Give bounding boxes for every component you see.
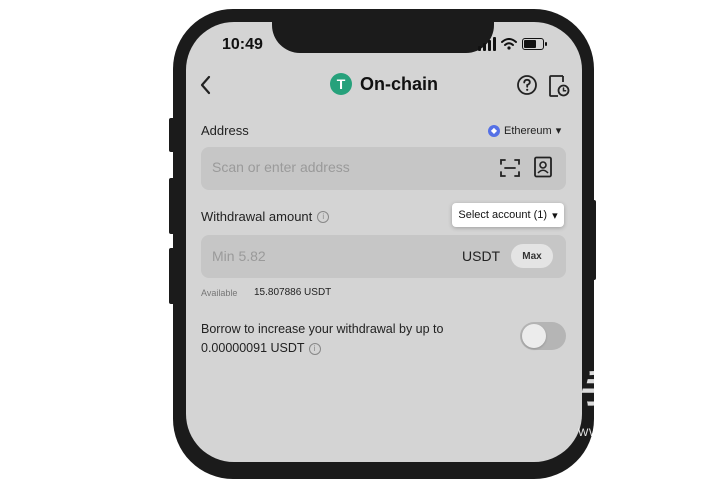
network-selector[interactable]: ◆ Ethereum ▾ xyxy=(488,124,561,137)
info-icon[interactable]: i xyxy=(317,210,330,223)
info-icon[interactable]: i xyxy=(308,342,321,355)
ethereum-icon: ◆ xyxy=(488,124,500,137)
page-title: On-chain xyxy=(360,73,439,94)
address-label: Address xyxy=(201,123,249,138)
caret-down-icon: ▾ xyxy=(552,209,558,222)
max-button[interactable]: Max xyxy=(511,244,553,268)
withdrawal-amount-label-group: Withdrawal amount i xyxy=(201,209,330,224)
wifi-icon xyxy=(501,38,517,50)
phone-notch xyxy=(272,9,494,53)
status-icons xyxy=(478,37,547,51)
tether-usdt-icon: T xyxy=(330,73,352,95)
watermark-logo: 手游TV xyxy=(578,367,714,411)
help-icon[interactable] xyxy=(516,74,538,96)
network-name: Ethereum xyxy=(504,124,552,137)
borrow-description: Borrow to increase your withdrawal by up… xyxy=(201,320,491,358)
signal-icon xyxy=(478,37,496,51)
available-label: Available xyxy=(201,288,238,298)
page-header: T On-chain xyxy=(330,73,438,95)
borrow-toggle[interactable] xyxy=(520,322,566,350)
select-account-label: Select account (1) xyxy=(458,209,548,221)
address-placeholder: Scan or enter address xyxy=(212,159,350,175)
borrow-text: Borrow to increase your withdrawal by up… xyxy=(201,322,444,355)
address-book-icon[interactable] xyxy=(533,156,553,178)
available-balance: 15.807886 USDT xyxy=(254,287,332,298)
amount-unit: USDT xyxy=(462,248,501,264)
history-icon[interactable] xyxy=(548,74,570,98)
select-account-button[interactable]: Select account (1) ▾ xyxy=(452,203,564,227)
watermark-url: WWW.SHOUYOUTV.COM xyxy=(578,427,718,439)
scan-icon[interactable] xyxy=(499,157,521,179)
battery-icon xyxy=(522,38,547,50)
toggle-knob xyxy=(522,324,546,348)
caret-down-icon: ▾ xyxy=(555,125,562,137)
withdrawal-amount-label: Withdrawal amount xyxy=(201,209,313,224)
amount-placeholder: Min 5.82 xyxy=(212,248,266,264)
back-chevron-icon[interactable] xyxy=(196,74,216,96)
status-time: 10:49 xyxy=(222,36,263,53)
